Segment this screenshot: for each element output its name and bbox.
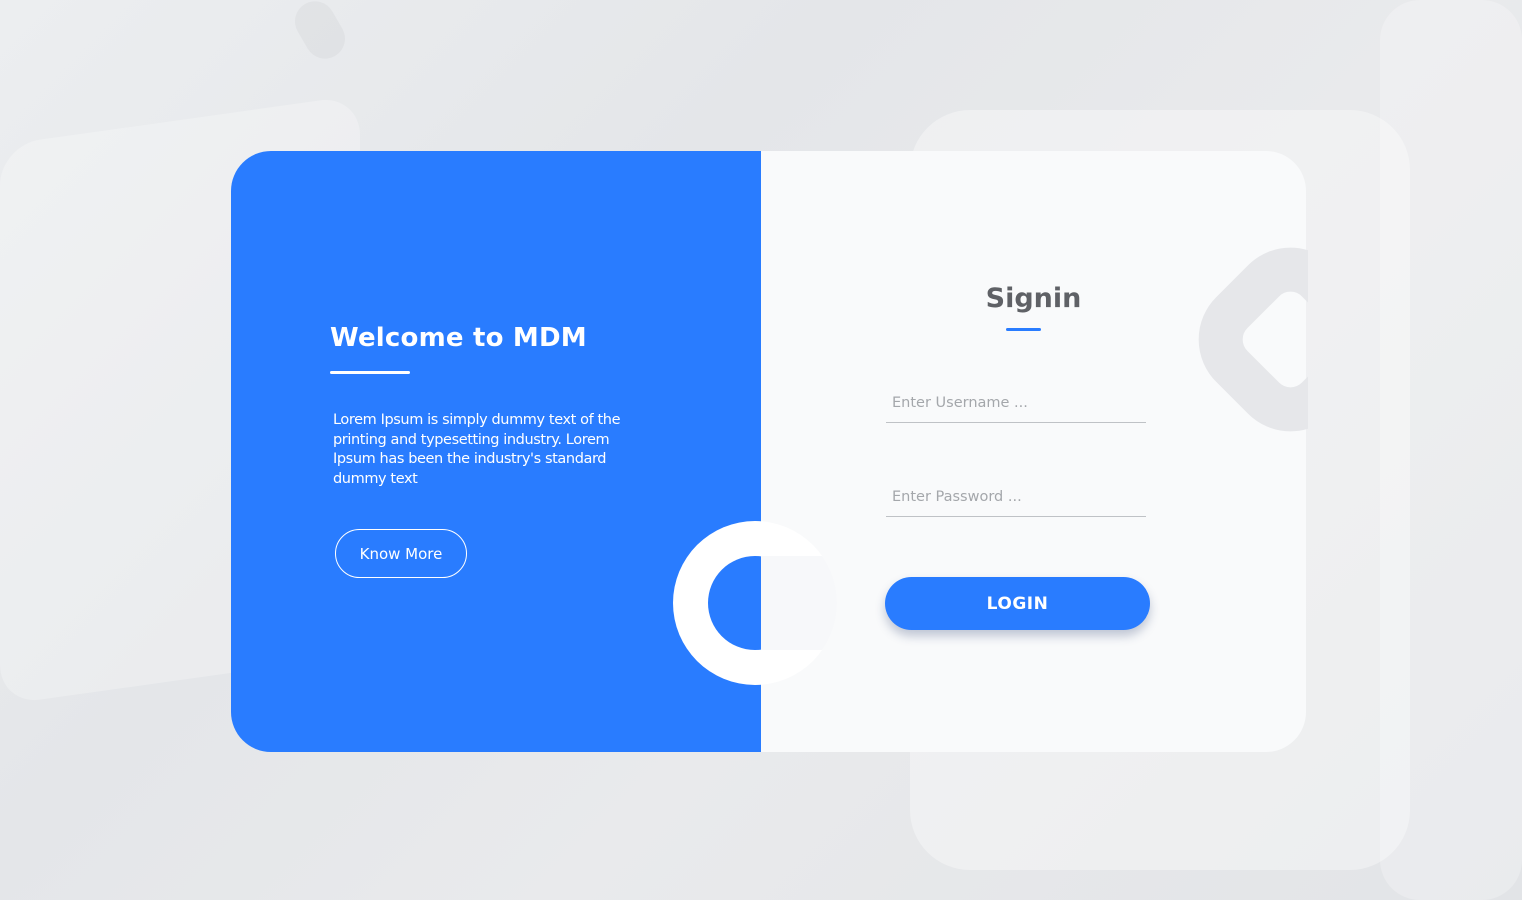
username-input[interactable] [886,383,1146,423]
welcome-description: Lorem Ipsum is simply dummy text of the … [333,412,621,487]
welcome-panel: Welcome to MDM Lorem Ipsum is simply dum… [231,151,761,752]
ring-decoration [673,521,837,685]
know-more-button[interactable]: Know More [335,529,467,578]
login-card: Welcome to MDM Lorem Ipsum is simply dum… [231,151,1306,752]
welcome-title: Welcome to MDM [330,323,587,353]
diamond-decoration-shape [1188,222,1308,456]
ring-decoration-mask [761,556,837,650]
signin-title-underline [1006,328,1041,331]
welcome-title-underline [330,371,410,374]
password-input[interactable] [886,477,1146,517]
diamond-decoration [1188,222,1308,456]
background-shape [287,0,353,66]
background-shape [1380,0,1522,900]
login-button[interactable]: LOGIN [885,577,1150,630]
